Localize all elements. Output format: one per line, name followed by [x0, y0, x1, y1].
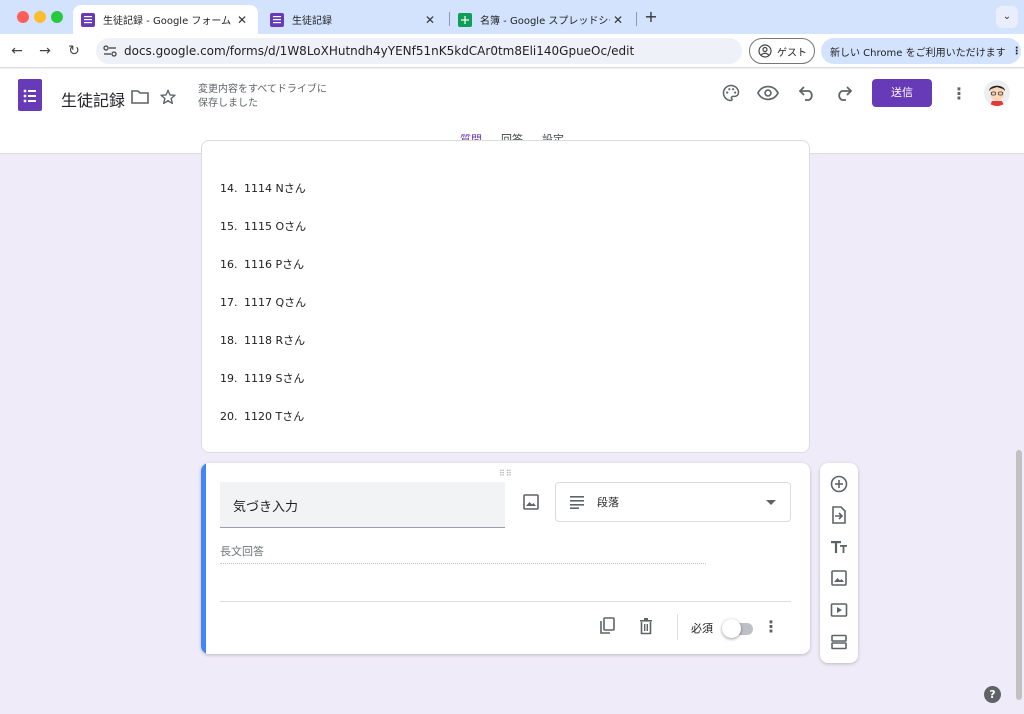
- long-answer-placeholder: 長文回答: [220, 543, 706, 564]
- chrome-update-button[interactable]: 新しい Chrome をご利用いただけます ⋮: [821, 38, 1022, 64]
- scrollbar-thumb[interactable]: [1016, 450, 1022, 700]
- send-button[interactable]: 送信: [872, 79, 932, 107]
- tab-separator: [636, 12, 637, 26]
- save-status-text: 変更内容をすべてドライブに保存しました: [198, 84, 327, 109]
- footer-vertical-divider: [677, 614, 678, 640]
- more-options-icon[interactable]: ⋮: [761, 616, 781, 636]
- google-forms-logo-icon[interactable]: [18, 79, 42, 111]
- tab-search-chevron-icon[interactable]: ⌄: [996, 6, 1018, 28]
- forward-arrow-icon[interactable]: →: [35, 41, 55, 61]
- preview-eye-icon[interactable]: [756, 81, 780, 105]
- browser-tab-forms[interactable]: 生徒記録 ✕: [262, 5, 446, 34]
- paragraph-icon: [570, 496, 584, 509]
- question-title-input[interactable]: 気づき入力: [220, 482, 505, 528]
- list-item[interactable]: 17. 1117 Qさん: [220, 294, 306, 310]
- dropdown-arrow-icon: [766, 496, 776, 509]
- guest-label: ゲスト: [777, 47, 807, 59]
- tab-title: 生徒記録 - Google フォーム: [103, 16, 232, 27]
- browser-tab-bar: 生徒記録 - Google フォーム ✕ 生徒記録 ✕ 名簿 - Google …: [0, 0, 1024, 34]
- google-forms-icon: [81, 12, 95, 27]
- list-item[interactable]: 15. 1115 Oさん: [220, 218, 306, 234]
- address-bar[interactable]: docs.google.com/forms/d/1W8LoXHutndh4yYE…: [96, 38, 742, 64]
- browser-toolbar: ← → ↻ docs.google.com/forms/d/1W8LoXHutn…: [0, 34, 1024, 68]
- google-sheets-icon: [458, 12, 472, 27]
- add-question-icon[interactable]: [829, 474, 849, 494]
- close-window-button[interactable]: [17, 11, 29, 23]
- more-options-icon[interactable]: ⋮: [947, 81, 971, 105]
- delete-icon[interactable]: [636, 616, 656, 636]
- tab-title: 名簿 - Google スプレッドシート: [480, 16, 610, 27]
- tab-close-icon[interactable]: ✕: [610, 13, 626, 27]
- list-item[interactable]: 18. 1118 Rさん: [220, 332, 305, 348]
- drag-handle-icon[interactable]: ⠿⠿: [499, 469, 513, 478]
- question-type-label: 段落: [597, 496, 619, 509]
- question-card-active[interactable]: ⠿⠿ 気づき入力 段落 長文回答 必須 ⋮: [201, 463, 810, 654]
- add-video-icon[interactable]: [829, 600, 849, 620]
- site-settings-icon[interactable]: [96, 45, 124, 57]
- floating-toolbar: [820, 463, 858, 663]
- google-forms-icon: [270, 12, 284, 27]
- list-item[interactable]: 20. 1120 Tさん: [220, 408, 304, 424]
- question-type-dropdown[interactable]: 段落: [555, 482, 791, 522]
- folder-icon[interactable]: [128, 85, 152, 109]
- palette-icon[interactable]: [719, 81, 743, 105]
- tab-title: 生徒記録: [292, 16, 332, 27]
- kebab-menu-icon[interactable]: ⋮: [1012, 46, 1022, 57]
- tab-close-icon[interactable]: ✕: [422, 13, 438, 27]
- reload-icon[interactable]: ↻: [64, 41, 84, 61]
- avatar[interactable]: [984, 80, 1010, 106]
- help-icon[interactable]: ?: [984, 686, 1001, 703]
- tab-close-icon[interactable]: ✕: [234, 13, 250, 27]
- list-item[interactable]: 14. 1114 Nさん: [220, 180, 306, 196]
- list-item[interactable]: 19. 1119 Sさん: [220, 370, 304, 386]
- profile-icon: [758, 44, 772, 58]
- document-title[interactable]: 生徒記録: [61, 87, 125, 111]
- import-questions-icon[interactable]: [829, 505, 849, 525]
- active-card-accent: [201, 463, 206, 654]
- undo-icon[interactable]: [795, 81, 819, 105]
- add-image-icon[interactable]: [522, 493, 540, 511]
- required-toggle-knob[interactable]: [722, 619, 741, 638]
- url-text: docs.google.com/forms/d/1W8LoXHutndh4yYE…: [124, 44, 635, 58]
- chrome-update-label: 新しい Chrome をご利用いただけます: [830, 47, 1006, 59]
- duplicate-icon[interactable]: [597, 616, 617, 636]
- star-icon[interactable]: [156, 85, 180, 109]
- zoom-window-button[interactable]: [51, 11, 63, 23]
- add-title-icon[interactable]: [829, 537, 849, 557]
- card-footer-divider: [220, 601, 791, 602]
- new-tab-button[interactable]: +: [641, 7, 661, 27]
- guest-profile-button[interactable]: ゲスト: [749, 38, 815, 64]
- add-image-icon[interactable]: [829, 568, 849, 588]
- required-label: 必須: [691, 622, 713, 635]
- browser-tab-forms-edit[interactable]: 生徒記録 - Google フォーム ✕: [73, 5, 258, 34]
- redo-icon[interactable]: [832, 81, 856, 105]
- minimize-window-button[interactable]: [34, 11, 46, 23]
- back-arrow-icon[interactable]: ←: [7, 41, 27, 61]
- add-section-icon[interactable]: [829, 632, 849, 652]
- list-item[interactable]: 16. 1116 Pさん: [220, 256, 304, 272]
- browser-tab-sheets[interactable]: 名簿 - Google スプレッドシート ✕: [450, 5, 634, 34]
